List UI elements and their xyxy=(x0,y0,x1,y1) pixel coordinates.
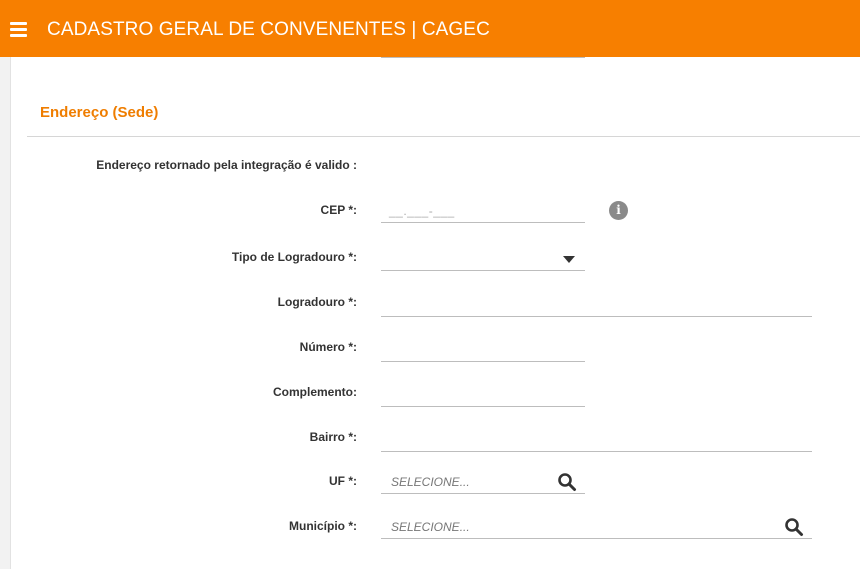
section-divider xyxy=(27,136,860,137)
cep-label: CEP *: xyxy=(320,203,357,217)
section-title: Endereço (Sede) xyxy=(40,104,159,121)
municipio-select[interactable]: SELECIONE... xyxy=(381,515,812,539)
search-icon[interactable] xyxy=(557,472,577,492)
chevron-down-icon[interactable] xyxy=(563,256,575,263)
complemento-input[interactable] xyxy=(381,383,585,407)
uf-select[interactable]: SELECIONE... xyxy=(381,470,585,494)
municipio-label: Município *: xyxy=(289,519,357,533)
tipo-logradouro-label: Tipo de Logradouro *: xyxy=(231,250,357,264)
cep-input[interactable]: __.___-___ xyxy=(381,199,585,223)
info-icon[interactable]: i xyxy=(609,201,628,220)
complemento-label: Complemento: xyxy=(273,385,357,399)
app-title: CADASTRO GERAL DE CONVENENTES | CAGEC xyxy=(47,19,490,40)
search-icon[interactable] xyxy=(784,517,804,537)
bairro-input[interactable] xyxy=(381,428,812,452)
top-bar: CADASTRO GERAL DE CONVENENTES | CAGEC xyxy=(0,0,860,57)
left-scroll-rail xyxy=(0,57,11,569)
numero-input[interactable] xyxy=(381,338,585,362)
uf-placeholder: SELECIONE... xyxy=(391,474,470,489)
bairro-label: Bairro *: xyxy=(309,430,357,444)
municipio-placeholder: SELECIONE... xyxy=(391,519,470,534)
tipo-logradouro-select[interactable] xyxy=(381,247,585,271)
uf-label: UF *: xyxy=(329,474,357,488)
integration-note-label: Endereço retornado pela integração é val… xyxy=(96,158,357,172)
logradouro-label: Logradouro *: xyxy=(277,295,357,309)
hamburger-menu-icon[interactable] xyxy=(10,22,27,37)
previous-field-underline xyxy=(381,57,585,58)
logradouro-input[interactable] xyxy=(381,293,812,317)
cep-mask: __.___-___ xyxy=(389,203,455,218)
numero-label: Número *: xyxy=(299,340,357,354)
